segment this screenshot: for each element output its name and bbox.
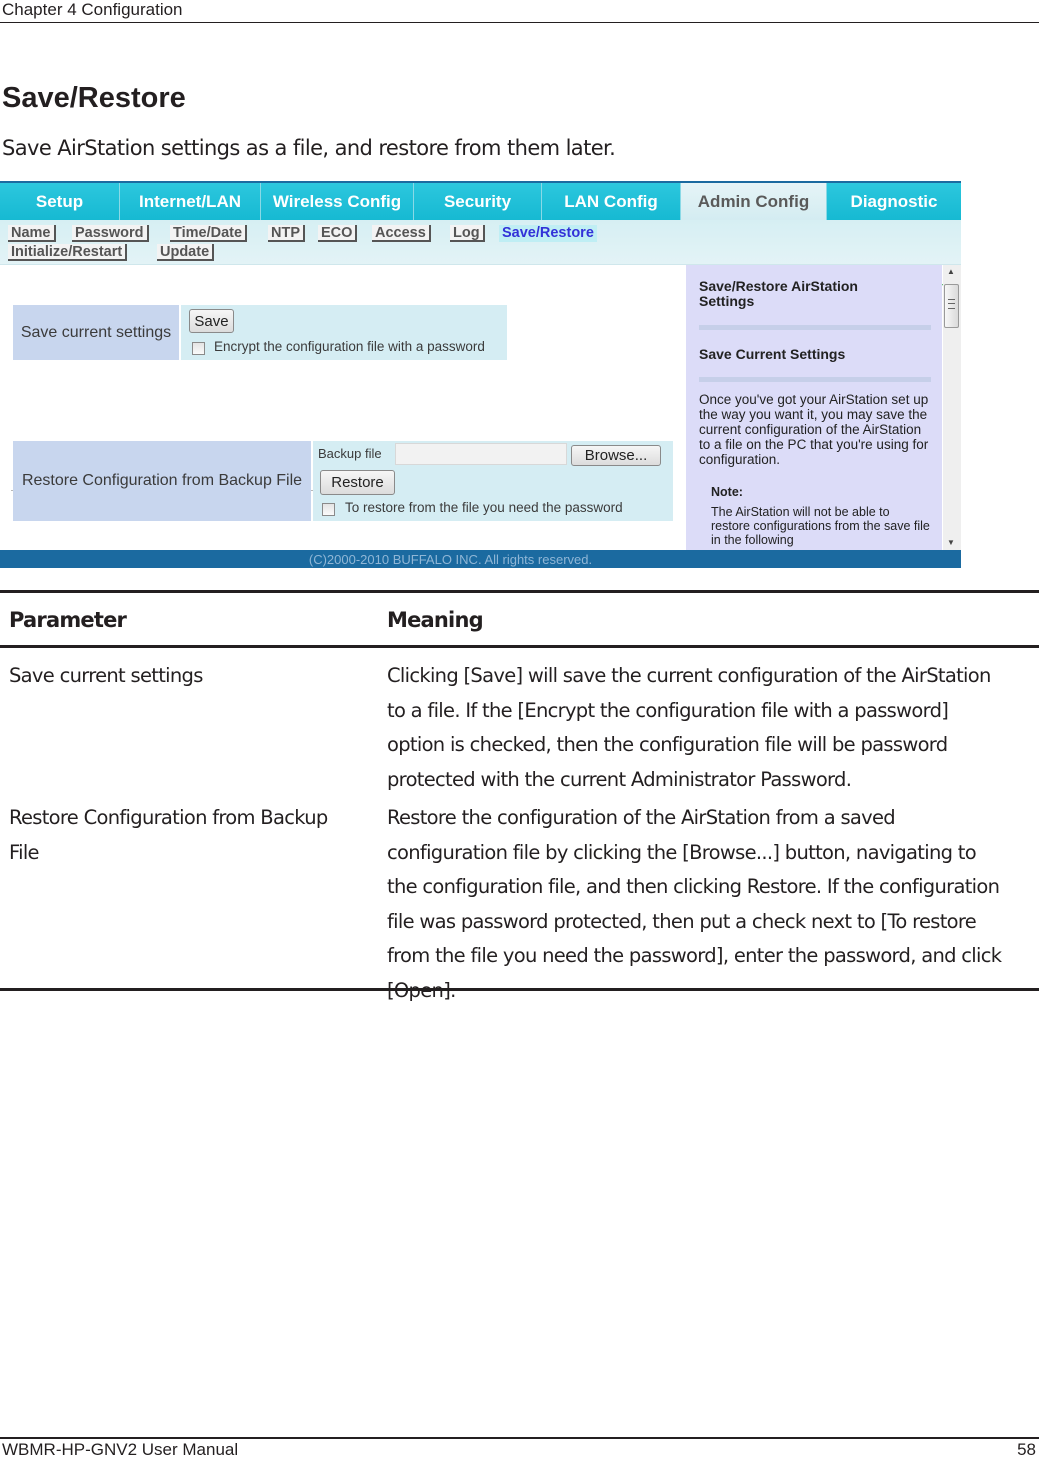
meaning-line: to a file. If the [Encrypt the configura… — [387, 698, 949, 722]
settings-form: Save current settings Save Encrypt the c… — [0, 265, 685, 550]
column-header-parameter: Parameter — [9, 608, 127, 632]
subnav-log[interactable]: Log — [450, 225, 485, 242]
row-parameter: Restore Configuration from Backup File — [9, 801, 328, 870]
subnav-update[interactable]: Update — [157, 244, 215, 261]
meaning-line: Clicking [Save] will save the current co… — [387, 664, 991, 687]
save-current-settings-cell: Save Encrypt the configuration file with… — [181, 305, 507, 360]
copyright-footer: (C)2000-2010 BUFFALO INC. All rights res… — [0, 550, 961, 568]
meaning-line: the configuration file, and then clickin… — [387, 875, 1000, 898]
column-header-meaning: Meaning — [387, 608, 484, 632]
row-parameter: Save current settings — [9, 659, 203, 694]
parameter-line: Restore Configuration from Backup — [9, 806, 328, 829]
subnav-password[interactable]: Password — [72, 225, 149, 242]
help-body: Once you've got your AirStation set up t… — [699, 392, 929, 467]
help-panel: Save/Restore AirStation Settings Save Cu… — [686, 265, 942, 550]
encrypt-checkbox[interactable] — [192, 342, 205, 355]
subnav-ntp[interactable]: NTP — [268, 225, 305, 242]
help-title: Save/Restore AirStation Settings — [699, 278, 858, 309]
save-button[interactable]: Save — [189, 309, 234, 333]
tab-wireless-config[interactable]: Wireless Config — [261, 183, 414, 220]
admin-sub-nav: Name Password Time/Date NTP ECO Access L… — [0, 220, 961, 298]
subnav-save-restore[interactable]: Save/Restore — [499, 225, 597, 242]
subnav-initialize-restart[interactable]: Initialize/Restart — [8, 244, 128, 261]
chapter-heading: Chapter 4 Configuration — [2, 0, 183, 19]
page-number: 58 — [1017, 1440, 1036, 1459]
table-header-rule — [0, 645, 1039, 648]
encrypt-checkbox-label: Encrypt the configuration file with a pa… — [214, 339, 485, 354]
router-ui-screenshot: Setup Internet/LAN Wireless Config Secur… — [0, 181, 961, 568]
help-scrollbar[interactable]: ▲ ▼ — [943, 265, 961, 550]
meaning-line: option is checked, then the configuratio… — [387, 733, 948, 756]
header-divider — [0, 22, 1039, 23]
table-bottom-rule — [0, 988, 1039, 991]
restore-button[interactable]: Restore — [320, 470, 395, 495]
help-note-body: The AirStation will not be able to resto… — [711, 505, 930, 547]
help-divider — [699, 377, 931, 382]
page-title: Save/Restore — [2, 82, 186, 114]
backup-file-label: Backup file — [318, 446, 382, 461]
tab-diagnostic[interactable]: Diagnostic — [827, 183, 961, 220]
help-subtitle: Save Current Settings — [699, 346, 846, 362]
password-checkbox[interactable] — [322, 503, 335, 516]
row-meaning: Clicking [Save] will save the current co… — [387, 659, 991, 797]
restore-config-cell: Backup file Browse... Restore To restore… — [313, 441, 673, 521]
grip-icon — [948, 299, 955, 309]
scroll-thumb[interactable] — [944, 284, 959, 328]
subnav-name[interactable]: Name — [8, 225, 56, 242]
meaning-line: from the file you need the password], en… — [387, 944, 1002, 967]
help-divider — [699, 325, 931, 330]
scroll-down-arrow-icon[interactable]: ▼ — [947, 538, 955, 547]
subnav-eco[interactable]: ECO — [318, 225, 358, 242]
password-checkbox-label: To restore from the file you need the pa… — [345, 500, 623, 515]
subnav-access[interactable]: Access — [372, 225, 431, 242]
browse-button[interactable]: Browse... — [571, 445, 661, 466]
footer-divider — [0, 1437, 1039, 1439]
meaning-line: configuration file by clicking the [Brow… — [387, 840, 977, 864]
tab-security[interactable]: Security — [414, 183, 542, 220]
parameter-line: File — [9, 840, 40, 864]
row-meaning: Restore the configuration of the AirStat… — [387, 801, 1002, 1008]
meaning-line: Restore the configuration of the AirStat… — [387, 806, 896, 829]
subnav-time-date[interactable]: Time/Date — [170, 225, 248, 242]
meaning-line: protected with the current Administrator… — [387, 767, 852, 791]
tab-internet-lan[interactable]: Internet/LAN — [120, 183, 261, 220]
main-tab-bar: Setup Internet/LAN Wireless Config Secur… — [0, 183, 961, 221]
parameter-line: Save current settings — [9, 664, 203, 687]
save-current-settings-label: Save current settings — [13, 305, 179, 360]
tab-admin-config[interactable]: Admin Config — [681, 183, 827, 221]
help-note-heading: Note: — [711, 485, 743, 499]
manual-name: WBMR-HP-GNV2 User Manual — [2, 1440, 239, 1459]
meaning-line: file was password protected, then put a … — [387, 909, 977, 933]
scroll-up-arrow-icon[interactable]: ▲ — [947, 267, 955, 276]
restore-config-label: Restore Configuration from Backup File — [13, 441, 311, 521]
backup-file-input[interactable] — [395, 443, 567, 465]
tab-setup[interactable]: Setup — [0, 183, 120, 220]
table-top-rule — [0, 590, 1039, 593]
tab-lan-config[interactable]: LAN Config — [542, 183, 681, 220]
page-subtitle: Save AirStation settings as a file, and … — [2, 136, 616, 160]
